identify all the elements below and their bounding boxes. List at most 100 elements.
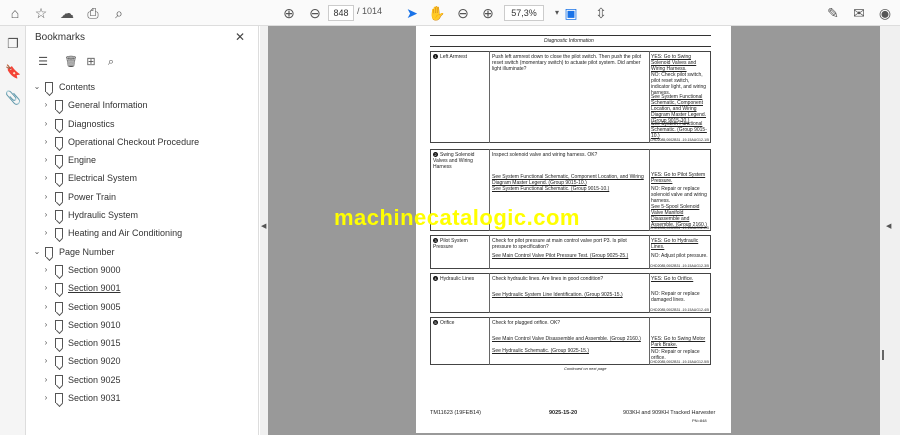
bookmark-section-9031[interactable]: › Section 9031	[27, 389, 259, 407]
bookmark-electrical-system[interactable]: › Electrical System	[27, 169, 259, 187]
bookmark-label: Section 9001	[68, 283, 121, 294]
column-divider	[649, 317, 650, 365]
bookmark-section-9000[interactable]: › Section 9000	[27, 261, 259, 279]
bookmark-icon	[55, 210, 63, 221]
step-ref[interactable]: See System Functional Schematic. (Group …	[492, 186, 647, 192]
bookmark-operational-checkout[interactable]: › Operational Checkout Procedure	[27, 133, 259, 151]
home-icon[interactable]: ⌂	[6, 4, 24, 22]
print-icon[interactable]: ⎙	[84, 4, 102, 22]
bookmark-engine[interactable]: › Engine	[27, 151, 259, 169]
chevron-right-icon[interactable]: ›	[41, 371, 51, 389]
bookmark-icon	[55, 173, 63, 184]
find-bookmark-icon[interactable]: ⌕	[103, 54, 119, 70]
page-number-input[interactable]: 848	[328, 5, 354, 21]
bookmark-section-9010[interactable]: › Section 9010	[27, 316, 259, 334]
bookmark-label: Section 9010	[68, 319, 121, 330]
step-ref[interactable]: See Hydraulic Schematic. (Group 9025-15.…	[492, 348, 647, 354]
zoom-in-icon[interactable]: ⊕	[479, 4, 497, 22]
bookmark-section-9015[interactable]: › Section 9015	[27, 334, 259, 352]
pages-thumbnail-icon[interactable]: ❐	[5, 36, 21, 52]
step-ref[interactable]: See Main Control Valve Disassemble and A…	[492, 336, 647, 342]
column-divider	[489, 273, 490, 313]
search-icon[interactable]: ⌕	[110, 4, 128, 22]
bookmark-contents[interactable]: ⌄ Contents	[27, 78, 259, 96]
chevron-down-icon[interactable]: ⌄	[32, 243, 42, 261]
step-check: Push left armrest down to close the pilo…	[492, 54, 642, 72]
bookmark-section-9001[interactable]: › Section 9001	[27, 279, 259, 297]
step-yes[interactable]: YES: Go to Pilot System Pressure.	[651, 172, 709, 184]
chevron-down-icon[interactable]: ⌄	[32, 78, 42, 96]
step-ref[interactable]: See Main Control Valve Pilot Pressure Te…	[492, 253, 647, 259]
step-ref[interactable]: See Hydraulic System Line Identification…	[492, 292, 647, 298]
bookmark-heating-air[interactable]: › Heating and Air Conditioning	[27, 224, 259, 242]
options-menu-icon[interactable]: ☰	[35, 54, 51, 70]
step-yes[interactable]: YES: Go to Swing Motor Park Brake.	[651, 336, 709, 348]
chevron-right-icon[interactable]: ›	[41, 316, 51, 334]
bookmark-power-train[interactable]: › Power Train	[27, 188, 259, 206]
chevron-right-icon[interactable]: ›	[41, 279, 51, 297]
bookmark-icon	[55, 118, 63, 129]
step-check: Check for plugged orifice. OK?	[492, 320, 561, 326]
footer-left: TM11623 (19FEB14)	[430, 410, 481, 416]
chevron-right-icon[interactable]: ›	[41, 188, 51, 206]
step-name: 2 Swing Solenoid Valves and Wiring Harnes…	[433, 152, 475, 170]
fit-page-icon[interactable]: ▣	[562, 4, 580, 22]
chevron-right-icon[interactable]: ›	[41, 389, 51, 407]
bookmark-diagnostics[interactable]: › Diagnostics	[27, 115, 259, 133]
collapse-panel-icon[interactable]: ◀	[261, 222, 266, 230]
step-no: NO: Check pilot switch, pilot reset swit…	[651, 72, 707, 96]
email-icon[interactable]: ✉	[850, 4, 868, 22]
bookmark-section-9005[interactable]: › Section 9005	[27, 298, 259, 316]
zoom-out-icon[interactable]: ⊖	[454, 4, 472, 22]
bookmark-page-number[interactable]: ⌄ Page Number	[27, 243, 259, 261]
bookmark-panel-icon[interactable]: 🔖	[5, 64, 21, 80]
expand-right-panel-icon[interactable]: ◀	[886, 222, 891, 230]
account-icon[interactable]: ◉	[876, 4, 894, 22]
bookmark-section-9020[interactable]: › Section 9020	[27, 352, 259, 370]
zoom-input[interactable]: 57,3%	[504, 5, 544, 21]
step-yes[interactable]: YES: Go to Hydraulic Lines.	[651, 238, 709, 250]
step-yes[interactable]: YES: Go to Swing Solenoid Valves and Wir…	[651, 54, 709, 72]
column-divider	[649, 149, 650, 231]
star-icon[interactable]: ☆	[32, 4, 50, 22]
chevron-right-icon[interactable]: ›	[41, 261, 51, 279]
step-check: Check hydraulic lines. Are lines in good…	[492, 276, 604, 282]
bookmark-icon	[55, 100, 63, 111]
step-ref[interactable]: See System Functional Schematic, Compone…	[651, 94, 709, 124]
panel-splitter[interactable]	[260, 26, 268, 435]
bookmark-general-information[interactable]: › General Information	[27, 96, 259, 114]
hand-tool-icon[interactable]: ✋	[428, 4, 446, 22]
chevron-right-icon[interactable]: ›	[41, 115, 51, 133]
header-rule	[430, 46, 711, 47]
chevron-right-icon[interactable]: ›	[41, 224, 51, 242]
bookmark-label: Section 9005	[68, 301, 121, 312]
vertical-scrollbar[interactable]	[882, 350, 884, 360]
page-down-icon[interactable]: ⊖	[306, 4, 324, 22]
chevron-right-icon[interactable]: ›	[41, 352, 51, 370]
step-name: 1 Left Armrest	[433, 54, 467, 60]
attachment-icon[interactable]: 📎	[5, 90, 21, 106]
page-up-icon[interactable]: ⊕	[280, 4, 298, 22]
chevron-right-icon[interactable]: ›	[41, 133, 51, 151]
bookmark-section-9025[interactable]: › Section 9025	[27, 371, 259, 389]
sign-icon[interactable]: ✎	[824, 4, 842, 22]
add-bookmark-icon[interactable]: ⊞	[83, 54, 99, 70]
step-code: CHD2085,0002B31 -19-15AUG12-5/5	[650, 360, 709, 364]
chevron-right-icon[interactable]: ›	[41, 206, 51, 224]
column-divider	[489, 51, 490, 143]
step-ref[interactable]: See System Functional Schematic, Compone…	[492, 174, 647, 186]
bookmark-label: Section 9031	[68, 393, 121, 404]
bookmark-hydraulic-system[interactable]: › Hydraulic System	[27, 206, 259, 224]
chevron-right-icon[interactable]: ›	[41, 334, 51, 352]
scroll-mode-icon[interactable]: ⇳	[592, 4, 610, 22]
step-yes[interactable]: YES: Go to Orifice.	[651, 276, 709, 282]
chevron-right-icon[interactable]: ›	[41, 96, 51, 114]
delete-icon[interactable]: 🗑	[63, 54, 79, 70]
cloud-upload-icon[interactable]: ☁	[58, 4, 76, 22]
select-cursor-icon[interactable]: ➤	[403, 4, 421, 22]
close-icon[interactable]: ✕	[235, 30, 245, 44]
chevron-right-icon[interactable]: ›	[41, 298, 51, 316]
right-panel-handle[interactable]: ◀	[880, 26, 900, 435]
chevron-right-icon[interactable]: ›	[41, 169, 51, 187]
chevron-right-icon[interactable]: ›	[41, 151, 51, 169]
